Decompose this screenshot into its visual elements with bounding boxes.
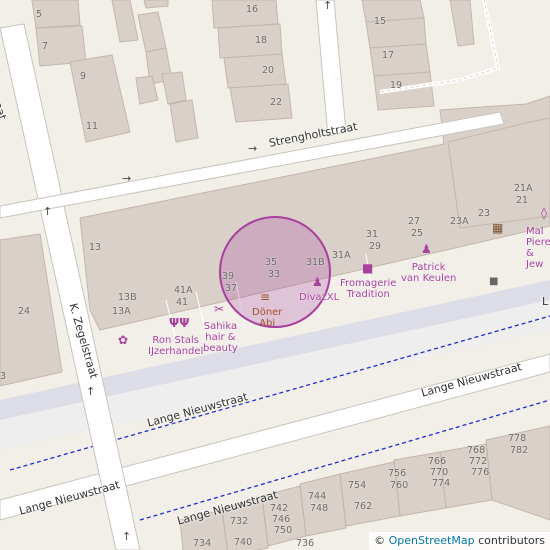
attribution-text: contributors bbox=[478, 534, 545, 547]
map-attribution: © OpenStreetMap contributors bbox=[369, 532, 550, 550]
copyright-symbol: © bbox=[374, 534, 386, 547]
house-number: 35 bbox=[265, 257, 278, 268]
jewelry-icon[interactable]: ◊ bbox=[541, 207, 547, 219]
house-number: 778 bbox=[508, 433, 527, 444]
house-number: 39 bbox=[222, 271, 235, 282]
house-number: 31B bbox=[306, 257, 325, 268]
oneway-arrow-icon: → bbox=[248, 142, 258, 155]
oneway-arrow-icon: ↑ bbox=[86, 385, 96, 398]
house-number: 772 bbox=[469, 456, 488, 467]
gift-icon[interactable]: ▦ bbox=[492, 222, 503, 234]
house-number: 16 bbox=[246, 4, 259, 15]
clothes-icon[interactable]: ♟ bbox=[421, 243, 432, 255]
hardware-store-icon[interactable]: ΨΨ bbox=[169, 317, 189, 329]
house-number: 33 bbox=[268, 269, 281, 280]
house-number: 750 bbox=[274, 525, 293, 536]
hairdresser-icon[interactable]: ✂ bbox=[214, 303, 224, 315]
house-number: 3 bbox=[0, 371, 7, 382]
house-number: 17 bbox=[382, 50, 395, 61]
poi-label-doner[interactable]: Döner Abi bbox=[252, 307, 282, 329]
house-number: 742 bbox=[270, 503, 289, 514]
house-number: 18 bbox=[255, 35, 268, 46]
house-number: 20 bbox=[262, 65, 275, 76]
house-number: 744 bbox=[308, 491, 327, 502]
fast-food-icon[interactable]: ≡ bbox=[260, 291, 270, 303]
house-number: 22 bbox=[270, 97, 283, 108]
house-number: 31 bbox=[366, 229, 379, 240]
poi-label-patrick[interactable]: Patrick van Keulen bbox=[401, 262, 456, 284]
map-view[interactable]: Strengholtstraat K. Zegelstraat K. Zegel… bbox=[0, 0, 550, 550]
poi-label-ron-stals[interactable]: Ron Stals IJzerhandel bbox=[148, 335, 203, 357]
house-number: 19 bbox=[390, 80, 403, 91]
house-number: 23 bbox=[478, 208, 491, 219]
house-number: 736 bbox=[296, 538, 315, 549]
house-number: 23A bbox=[450, 216, 469, 227]
oneway-arrow-icon: ↑ bbox=[122, 530, 132, 543]
waste-basket-icon: ■ bbox=[489, 276, 499, 287]
house-number: 766 bbox=[428, 456, 447, 467]
house-number: 776 bbox=[471, 467, 490, 478]
street-label-edge: L bbox=[542, 295, 549, 308]
house-number: 754 bbox=[348, 480, 367, 491]
house-number: 21A bbox=[514, 183, 533, 194]
house-number: 13A bbox=[112, 306, 131, 317]
poi-label-divaz[interactable]: DivazXL bbox=[299, 292, 339, 303]
house-number: 31A bbox=[332, 250, 351, 261]
house-number: 27 bbox=[408, 216, 421, 227]
oneway-arrow-icon: → bbox=[122, 172, 132, 185]
house-number: 756 bbox=[388, 468, 407, 479]
house-number: 746 bbox=[272, 514, 291, 525]
poi-label-mal[interactable]: Mal Piere & Jew bbox=[526, 226, 550, 270]
house-number: 24 bbox=[18, 306, 31, 317]
house-number: 734 bbox=[193, 538, 212, 549]
house-number: 770 bbox=[430, 467, 449, 478]
poi-label-text: Mal Piere & Jew bbox=[526, 226, 550, 270]
house-number: 13 bbox=[89, 242, 102, 253]
house-number: 7 bbox=[42, 41, 49, 52]
poi-label-fromagerie[interactable]: Fromagerie Tradition bbox=[340, 278, 396, 300]
house-number: 25 bbox=[411, 228, 424, 239]
poi-label-sahika[interactable]: Sahika hair & beauty bbox=[203, 321, 238, 354]
house-number: 11 bbox=[86, 121, 99, 132]
house-number: 37 bbox=[225, 283, 238, 294]
oneway-arrow-icon: ↑ bbox=[43, 205, 53, 218]
deli-icon[interactable]: ■ bbox=[362, 262, 373, 274]
house-number: 760 bbox=[390, 480, 409, 491]
house-number: 768 bbox=[467, 445, 486, 456]
oneway-arrow-icon: ↑ bbox=[323, 0, 333, 12]
house-number: 774 bbox=[432, 478, 451, 489]
poi-label-text: Döner Abi bbox=[252, 307, 283, 329]
house-number: 9 bbox=[80, 71, 87, 82]
poi-label-text: Fromagerie Tradition bbox=[340, 278, 397, 300]
house-number: 41 bbox=[176, 297, 189, 308]
house-number: 762 bbox=[354, 501, 373, 512]
poi-label-text: DivazXL bbox=[299, 292, 340, 303]
poi-label-text: Ron Stals IJzerhandel bbox=[148, 335, 204, 357]
house-number: 15 bbox=[374, 16, 387, 27]
house-number: 732 bbox=[230, 516, 249, 527]
clothes-icon[interactable]: ♟ bbox=[312, 276, 323, 288]
house-number: 41A bbox=[174, 285, 193, 296]
house-number: 740 bbox=[234, 537, 253, 548]
house-number: 782 bbox=[510, 445, 529, 456]
house-number: 21 bbox=[516, 195, 529, 206]
house-number: 29 bbox=[369, 241, 382, 252]
poi-label-text: Patrick van Keulen bbox=[401, 262, 457, 284]
house-number: 13B bbox=[118, 292, 137, 303]
house-number: 5 bbox=[36, 9, 43, 20]
openstreetmap-link[interactable]: OpenStreetMap bbox=[389, 534, 475, 547]
poi-label-text: Sahika hair & beauty bbox=[203, 321, 238, 354]
flower-icon[interactable]: ✿ bbox=[118, 334, 128, 346]
house-number: 748 bbox=[310, 503, 329, 514]
